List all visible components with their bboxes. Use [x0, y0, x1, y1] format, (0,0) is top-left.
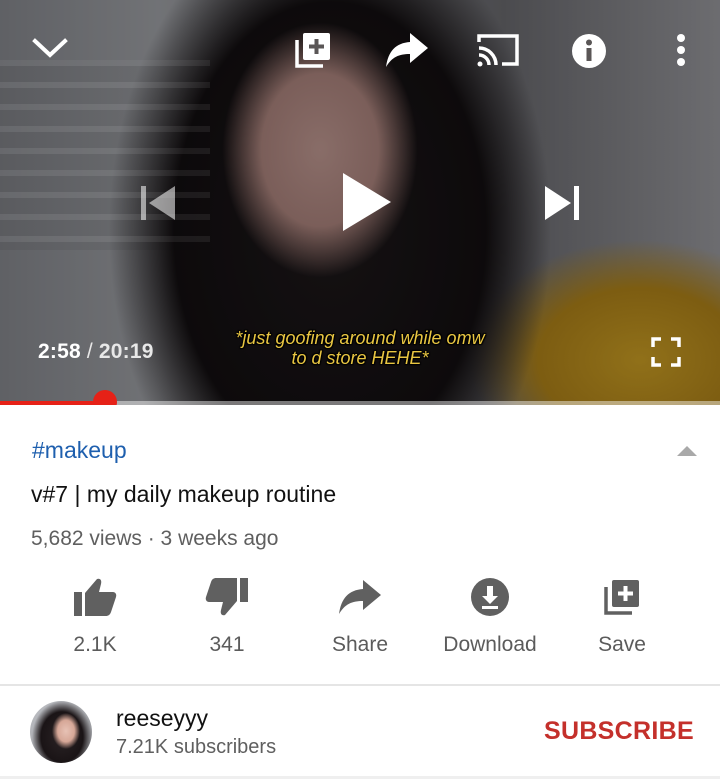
dislike-button[interactable]: 341	[162, 575, 292, 657]
download-button[interactable]: Download	[425, 575, 555, 657]
download-label: Download	[443, 633, 537, 656]
video-caption: *just goofing around while omw to d stor…	[0, 328, 720, 368]
channel-name[interactable]: reeseyyy	[116, 705, 208, 732]
thumbs-down-icon	[205, 578, 248, 616]
share-arrow-icon	[386, 33, 428, 67]
video-player[interactable]: 2:58/20:19 *just goofing around while om…	[0, 0, 720, 405]
chevron-down-icon	[32, 38, 68, 58]
cast-button[interactable]	[474, 30, 522, 70]
share-label: Share	[331, 633, 389, 656]
share-button[interactable]: Share	[295, 575, 425, 657]
more-options-button[interactable]	[668, 30, 694, 70]
fullscreen-button[interactable]	[648, 334, 684, 370]
dislike-count: 341	[209, 633, 245, 656]
previous-button[interactable]	[134, 180, 180, 226]
minimize-button[interactable]	[30, 30, 70, 66]
collapse-description-button[interactable]	[676, 444, 698, 462]
fullscreen-icon	[651, 337, 681, 367]
hashtag-link[interactable]: #makeup	[32, 437, 127, 464]
channel-avatar[interactable]	[30, 701, 92, 763]
cast-icon	[477, 34, 519, 67]
more-vert-icon	[677, 34, 685, 66]
skip-previous-icon	[141, 186, 175, 220]
share-icon	[339, 580, 381, 614]
download-icon	[471, 578, 509, 616]
save-button[interactable]: Save	[557, 575, 687, 657]
info-button[interactable]	[568, 30, 610, 72]
add-to-playlist-icon	[295, 33, 330, 68]
next-button[interactable]	[540, 180, 586, 226]
share-video-button[interactable]	[382, 28, 432, 72]
skip-next-icon	[545, 186, 579, 220]
save-label: Save	[598, 633, 646, 656]
progress-bar[interactable]	[0, 390, 720, 405]
subscribe-button[interactable]: SUBSCRIBE	[544, 717, 694, 746]
section-divider	[0, 684, 720, 686]
action-bar: 2.1K 341 Share Download Save	[30, 575, 694, 665]
caption-line-1: *just goofing around while omw	[235, 328, 485, 348]
subscriber-count: 7.21K subscribers	[116, 736, 277, 758]
video-title: v#7 | my daily makeup routine	[31, 481, 337, 507]
thumbs-up-icon	[74, 578, 117, 616]
video-meta: 5,682 views · 3 weeks ago	[31, 527, 279, 550]
progress-played	[0, 401, 106, 405]
info-icon	[572, 34, 606, 68]
like-button[interactable]: 2.1K	[30, 575, 160, 657]
play-button[interactable]	[336, 168, 396, 236]
add-to-playlist-button[interactable]	[290, 28, 336, 72]
caption-line-2: to d store HEHE*	[291, 348, 429, 368]
caret-up-icon	[677, 446, 697, 456]
play-icon	[343, 173, 391, 231]
like-count: 2.1K	[73, 633, 117, 656]
save-icon	[604, 580, 639, 615]
